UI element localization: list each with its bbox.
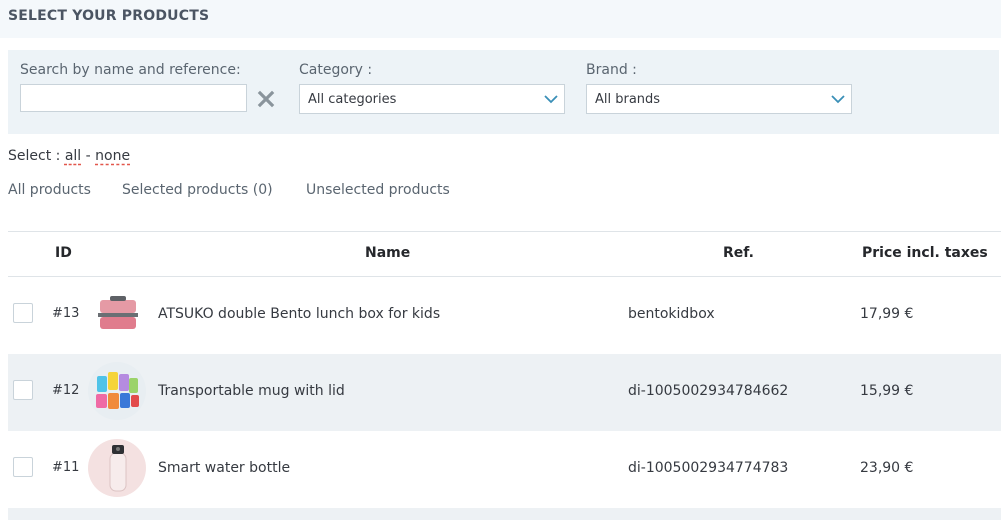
brand-label: Brand : [586,62,637,78]
product-name: ATSUKO double Bento lunch box for kids [158,306,441,322]
product-ref: di-1005002934774783 [628,460,789,476]
chevron-down-icon [831,95,845,104]
mugs-icon [88,362,146,420]
brand-select-value: All brands [595,92,661,107]
filter-panel: Search by name and reference: Category :… [8,50,999,134]
table-row[interactable]: #13 ATSUKO double Bento lunch box for ki… [8,277,1001,354]
product-id: #11 [52,460,80,475]
table-header: ID Name Ref. Price incl. taxes [8,231,1001,277]
row-checkbox[interactable] [13,303,33,323]
select-all-link[interactable]: all [65,148,81,164]
chevron-down-icon [544,95,558,104]
tab-selected-products[interactable]: Selected products (0) [122,182,273,198]
product-price: 17,99 € [860,306,914,322]
product-id: #12 [52,383,80,398]
clear-search-icon[interactable] [256,89,276,109]
category-label: Category : [299,62,373,78]
product-ref: di-1005002934784662 [628,383,789,399]
product-price: 15,99 € [860,383,914,399]
column-header-price: Price incl. taxes [862,245,988,261]
brand-select[interactable]: All brands [586,84,852,114]
bento-box-icon [88,285,146,343]
column-header-name: Name [365,245,411,261]
category-select-value: All categories [308,92,397,107]
table-row-partial [8,508,1001,520]
tab-all-products[interactable]: All products [8,182,91,198]
search-label: Search by name and reference: [20,62,241,78]
bottle-icon [88,439,146,497]
products-table: ID Name Ref. Price incl. taxes #13 ATSUK… [8,231,1001,520]
column-header-ref: Ref. [723,245,754,261]
table-row[interactable]: #11 Smart water bottle di-10050029347747… [8,431,1001,508]
product-name: Smart water bottle [158,460,291,476]
product-price: 23,90 € [860,460,914,476]
search-input[interactable] [20,84,247,112]
column-header-id: ID [55,245,72,261]
row-checkbox[interactable] [13,457,33,477]
category-select[interactable]: All categories [299,84,565,114]
selection-controls: Select : all - none [8,148,130,164]
page-header: SELECT YOUR PRODUCTS [0,0,1001,38]
product-id: #13 [52,306,80,321]
product-name: Transportable mug with lid [158,383,345,399]
product-ref: bentokidbox [628,306,715,322]
page-title: SELECT YOUR PRODUCTS [8,8,210,24]
select-separator: - [85,148,91,164]
tab-unselected-products[interactable]: Unselected products [306,182,450,198]
select-prefix: Select : [8,148,61,164]
table-row[interactable]: #12 Transportable mug with lid di-100500… [8,354,1001,431]
row-checkbox[interactable] [13,380,33,400]
select-none-link[interactable]: none [95,148,130,164]
